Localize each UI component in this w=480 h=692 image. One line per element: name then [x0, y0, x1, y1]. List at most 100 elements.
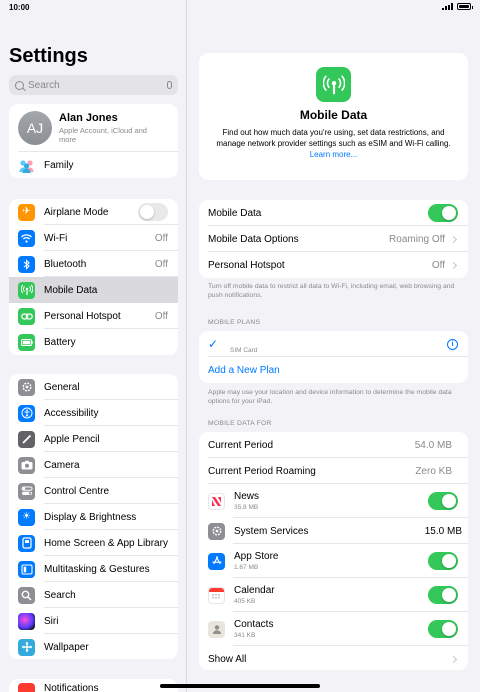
sidebar-item-wifi[interactable]: Wi-Fi Off: [9, 225, 178, 251]
row-value: Zero KB: [415, 465, 452, 477]
row-label: Current Period: [208, 439, 274, 451]
gear-icon: [18, 378, 35, 396]
profile-subtitle: Apple Account, iCloud and more: [59, 125, 147, 144]
sidebar-item-display-brightness[interactable]: ☀ Display & Brightness: [9, 504, 178, 530]
show-all-label: Show All: [208, 653, 247, 665]
sidebar-item-camera[interactable]: Camera: [9, 452, 178, 478]
settings-sidebar: Settings Search AJ Alan Jones Apple Acco…: [0, 0, 187, 692]
sidebar-item-label: Accessibility: [44, 407, 99, 419]
sidebar-item-multitasking[interactable]: Multitasking & Gestures: [9, 556, 178, 582]
detail-description: Find out how much data you're using, set…: [199, 128, 468, 160]
sidebar-item-label: Wallpaper: [44, 641, 89, 653]
sidebar-item-label: Display & Brightness: [44, 511, 137, 523]
apple-account-row[interactable]: AJ Alan Jones Apple Account, iCloud and …: [9, 104, 178, 152]
gear-icon: [208, 522, 225, 540]
bluetooth-icon: [18, 255, 35, 273]
row-label: Current Period Roaming: [208, 465, 316, 477]
sidebar-item-label: Search: [44, 589, 76, 601]
mobile-data-settings-group: Mobile Data Mobile Data Options Roaming …: [199, 200, 468, 278]
sidebar-item-notifications[interactable]: Notifications: [9, 679, 178, 692]
contacts-toggle[interactable]: [428, 620, 458, 638]
profile-card: AJ Alan Jones Apple Account, iCloud and …: [9, 104, 178, 178]
sidebar-item-mobile-data[interactable]: Mobile Data: [9, 277, 178, 303]
sidebar-item-label: Bluetooth: [44, 258, 87, 270]
app-store-toggle[interactable]: [428, 552, 458, 570]
add-plan-row[interactable]: Add a New Plan: [199, 357, 468, 383]
mobile-plans-group: ✓ SIM Card i Add a New Plan: [199, 331, 468, 383]
mobile-data-row: Mobile Data: [199, 200, 468, 226]
sidebar-item-label: Multitasking & Gestures: [44, 563, 150, 575]
app-row-system-services[interactable]: System Services 15.0 MB: [199, 518, 468, 544]
airplane-mode-toggle[interactable]: [138, 203, 168, 221]
antenna-icon: [18, 281, 35, 299]
sidebar-item-label: General: [44, 381, 80, 393]
sidebar-item-home-screen[interactable]: Home Screen & App Library: [9, 530, 178, 556]
microphone-icon[interactable]: [167, 81, 172, 89]
sidebar-item-apple-pencil[interactable]: Apple Pencil: [9, 426, 178, 452]
sidebar-item-family[interactable]: Family: [9, 152, 178, 178]
sidebar-item-search[interactable]: Search: [9, 582, 178, 608]
home-screen-icon: [18, 534, 35, 552]
sim-card-row[interactable]: ✓ SIM Card i: [199, 331, 468, 357]
contacts-icon: [208, 620, 225, 638]
sidebar-item-battery[interactable]: Battery: [9, 329, 178, 355]
row-value: Off: [431, 259, 445, 271]
sidebar-item-accessibility[interactable]: Accessibility: [9, 400, 178, 426]
siri-icon: [18, 612, 35, 630]
home-indicator[interactable]: [160, 684, 320, 688]
sidebar-item-label: Battery: [44, 336, 76, 348]
sidebar-item-wallpaper[interactable]: Wallpaper: [9, 634, 178, 659]
row-value: Roaming Off: [389, 233, 445, 245]
wifi-icon: [18, 229, 35, 247]
mobile-data-header-card: Mobile Data Find out how much data you'r…: [199, 53, 468, 180]
sidebar-item-siri[interactable]: Siri: [9, 608, 178, 634]
hotspot-status: Off: [154, 310, 168, 322]
app-data-size: 341 KB: [234, 632, 256, 639]
bell-icon: [18, 683, 35, 692]
calendar-toggle[interactable]: [428, 586, 458, 604]
mobile-data-options-row[interactable]: Mobile Data Options Roaming Off: [199, 226, 468, 252]
search-icon: [15, 80, 24, 90]
camera-icon: [18, 456, 35, 474]
sidebar-item-general[interactable]: General: [9, 374, 178, 400]
wallpaper-icon: [18, 638, 35, 656]
search-field[interactable]: Search: [9, 75, 178, 95]
row-label: Personal Hotspot: [208, 259, 285, 271]
sidebar-item-label: Apple Pencil: [44, 433, 100, 445]
app-name: System Services: [234, 525, 309, 537]
search-placeholder: Search: [28, 79, 60, 91]
sim-label: SIM Card: [230, 346, 258, 354]
show-all-row[interactable]: Show All: [199, 646, 468, 670]
personal-hotspot-row[interactable]: Personal Hotspot Off: [199, 252, 468, 278]
description-text: Find out how much data you're using, set…: [216, 128, 451, 148]
sidebar-item-label: Airplane Mode: [44, 206, 109, 218]
antenna-icon: [316, 67, 351, 102]
app-data-size: 15.0 MB: [424, 525, 462, 537]
app-store-icon: [208, 552, 225, 570]
pencil-icon: [18, 430, 35, 448]
sidebar-item-personal-hotspot[interactable]: Personal Hotspot Off: [9, 303, 178, 329]
detail-title: Mobile Data: [299, 108, 368, 122]
app-row-contacts: Contacts 341 KB: [199, 612, 468, 646]
info-icon[interactable]: i: [447, 338, 458, 350]
app-row-calendar: Calendar 405 KB: [199, 578, 468, 612]
sidebar-item-label: Mobile Data: [44, 284, 98, 296]
mobile-data-usage-group: Current Period 54.0 MB Current Period Ro…: [199, 432, 468, 670]
mobile-data-toggle[interactable]: [428, 204, 458, 222]
learn-more-link[interactable]: Learn more...: [310, 150, 358, 159]
news-toggle[interactable]: [428, 492, 458, 510]
add-plan-link[interactable]: Add a New Plan: [208, 365, 468, 376]
sidebar-item-control-centre[interactable]: Control Centre: [9, 478, 178, 504]
sidebar-item-label: Personal Hotspot: [44, 310, 121, 322]
page-title: Settings: [9, 45, 88, 67]
mobile-data-footnote: Turn off mobile data to restrict all dat…: [208, 283, 455, 300]
sidebar-item-bluetooth[interactable]: Bluetooth Off: [9, 251, 178, 277]
chevron-right-icon: [449, 655, 458, 663]
accessibility-icon: [18, 404, 35, 422]
wifi-status: Off: [154, 232, 168, 244]
airplane-icon: ✈: [18, 203, 35, 221]
sidebar-item-label: Control Centre: [44, 485, 110, 497]
general-group: General Accessibility Apple Pencil Camer…: [9, 374, 178, 659]
sidebar-item-airplane-mode[interactable]: ✈ Airplane Mode: [9, 199, 178, 225]
avatar: AJ: [18, 111, 52, 145]
